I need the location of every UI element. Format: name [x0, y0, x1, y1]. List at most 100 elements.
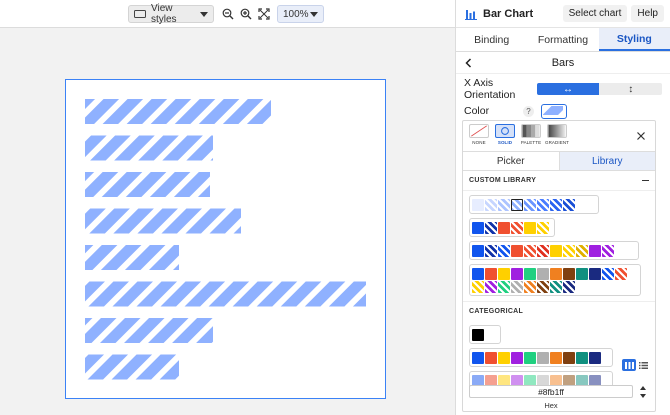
swatch[interactable] — [589, 267, 601, 280]
swatch[interactable] — [537, 221, 549, 234]
color-swatch-button[interactable] — [541, 103, 567, 119]
zoom-level-value: 100% — [283, 8, 309, 20]
swatch[interactable] — [511, 221, 523, 234]
fill-gradient-option[interactable]: GRADIENT — [545, 124, 569, 145]
swatch[interactable] — [472, 198, 484, 211]
swatch[interactable] — [589, 244, 601, 257]
swatch[interactable] — [498, 244, 510, 257]
close-icon[interactable] — [637, 132, 645, 140]
swatch[interactable] — [524, 351, 536, 364]
swatch[interactable] — [485, 244, 497, 257]
swatch-selected[interactable] — [511, 198, 523, 211]
swatch[interactable] — [563, 267, 575, 280]
swatch[interactable] — [563, 351, 575, 364]
swatch[interactable] — [472, 280, 484, 293]
swatch[interactable] — [485, 351, 497, 364]
help-button[interactable]: Help — [631, 5, 664, 22]
hex-input[interactable]: #8fb1ff — [469, 385, 633, 398]
grid-view-icon — [624, 361, 634, 369]
swatch[interactable] — [550, 280, 562, 293]
bar-5[interactable] — [85, 245, 179, 270]
swatch[interactable] — [615, 267, 627, 280]
bar-2[interactable] — [85, 135, 213, 161]
swatch[interactable] — [563, 198, 575, 211]
back-chevron-icon[interactable] — [464, 57, 474, 68]
swatch[interactable] — [498, 267, 510, 280]
swatch[interactable] — [511, 267, 523, 280]
tab-picker[interactable]: Picker — [463, 152, 559, 170]
chart-canvas[interactable] — [65, 79, 386, 399]
swatch[interactable] — [576, 351, 588, 364]
tab-binding[interactable]: Binding — [456, 28, 527, 51]
select-chart-button[interactable]: Select chart — [562, 5, 628, 22]
swatch[interactable] — [537, 244, 549, 257]
fit-to-screen-icon[interactable] — [258, 8, 270, 20]
tab-formatting[interactable]: Formatting — [527, 28, 598, 51]
chevron-down-icon — [310, 11, 318, 17]
list-view-button[interactable] — [636, 359, 650, 371]
swatch[interactable] — [537, 267, 549, 280]
orientation-vertical-button[interactable]: ↕ — [599, 83, 662, 95]
swatch[interactable] — [550, 244, 562, 257]
help-question-icon[interactable]: ? — [523, 105, 534, 117]
swatch[interactable] — [563, 280, 575, 293]
bar-8[interactable] — [85, 354, 179, 380]
bar-6[interactable] — [85, 281, 366, 307]
swatch[interactable] — [498, 198, 510, 211]
fill-none-option[interactable]: NONE — [467, 124, 491, 145]
swatch[interactable] — [472, 267, 484, 280]
grid-view-button[interactable] — [622, 359, 636, 371]
swatch[interactable] — [485, 267, 497, 280]
tab-library[interactable]: Library — [558, 152, 655, 170]
swatch[interactable] — [472, 244, 484, 257]
hex-mode-stepper-icon[interactable] — [640, 385, 646, 399]
swatch[interactable] — [602, 244, 614, 257]
swatch[interactable] — [550, 351, 562, 364]
swatch[interactable] — [472, 328, 484, 341]
swatch[interactable] — [485, 198, 497, 211]
swatch[interactable] — [563, 244, 575, 257]
swatch[interactable] — [602, 267, 614, 280]
swatch[interactable] — [550, 267, 562, 280]
swatch[interactable] — [524, 280, 536, 293]
tab-styling[interactable]: Styling — [598, 28, 670, 51]
swatch[interactable] — [511, 244, 523, 257]
swatch[interactable] — [511, 280, 523, 293]
swatch[interactable] — [537, 351, 549, 364]
view-styles-dropdown[interactable]: View styles — [128, 3, 214, 25]
swatch[interactable] — [498, 351, 510, 364]
swatch[interactable] — [524, 221, 536, 234]
bar-3[interactable] — [85, 172, 210, 197]
zoom-in-icon[interactable] — [240, 8, 252, 20]
collapse-minus-icon[interactable] — [642, 179, 649, 182]
swatch[interactable] — [576, 244, 588, 257]
swatch[interactable] — [524, 198, 536, 211]
zoom-level-dropdown[interactable]: 100% — [277, 5, 324, 23]
picker-sub-tabs: Picker Library — [463, 151, 655, 171]
swatch[interactable] — [498, 280, 510, 293]
swatch[interactable] — [485, 328, 497, 341]
zoom-out-icon[interactable] — [222, 8, 234, 20]
swatch[interactable] — [524, 267, 536, 280]
swatch[interactable] — [485, 221, 497, 234]
bar-1[interactable] — [85, 99, 271, 124]
swatch[interactable] — [511, 351, 523, 364]
chevron-down-icon — [200, 11, 208, 17]
swatch[interactable] — [589, 351, 601, 364]
swatch[interactable] — [537, 280, 549, 293]
orientation-toggle: ↔ ↕ — [536, 83, 662, 95]
swatch[interactable] — [537, 198, 549, 211]
bar-4[interactable] — [85, 208, 241, 234]
fill-palette-option[interactable]: PALETTE — [519, 124, 543, 145]
swatch[interactable] — [524, 244, 536, 257]
swatch[interactable] — [498, 221, 510, 234]
bar-7[interactable] — [85, 318, 213, 343]
fill-solid-option[interactable]: SOLID — [493, 124, 517, 145]
swatch[interactable] — [472, 351, 484, 364]
swatch[interactable] — [472, 221, 484, 234]
orientation-horizontal-button[interactable]: ↔ — [536, 83, 600, 95]
swatch[interactable] — [576, 267, 588, 280]
swatch[interactable] — [550, 198, 562, 211]
custom-library-header[interactable]: CUSTOM LIBRARY — [463, 171, 655, 191]
swatch[interactable] — [485, 280, 497, 293]
